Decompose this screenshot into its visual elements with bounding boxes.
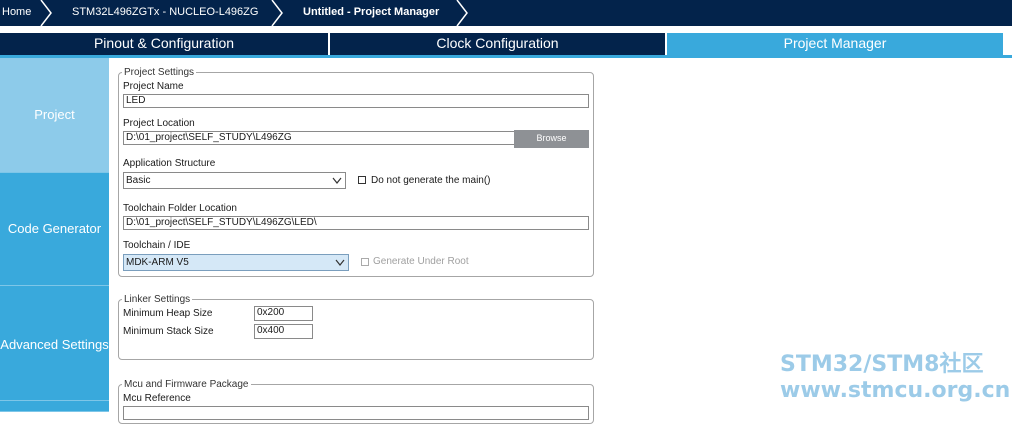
- min-stack-input[interactable]: 0x400: [254, 324, 313, 339]
- sidebar-item-project[interactable]: Project: [0, 58, 109, 173]
- linker-settings-legend: Linker Settings: [122, 294, 193, 305]
- generate-under-root-label: Generate Under Root: [373, 256, 469, 267]
- chevron-down-icon: [335, 259, 345, 266]
- toolchain-folder-input[interactable]: D:\01_project\SELF_STUDY\L496ZG\LED\: [123, 216, 589, 230]
- breadcrumb: Home STM32L496ZGTx - NUCLEO-L496ZG Untit…: [0, 0, 1012, 26]
- application-structure-value: Basic: [126, 175, 151, 186]
- chevron-down-icon: [332, 177, 342, 184]
- no-main-checkbox[interactable]: [358, 176, 366, 184]
- main-tab-bar: Pinout & Configuration Clock Configurati…: [0, 26, 1012, 58]
- toolchain-ide-label: Toolchain / IDE: [123, 240, 191, 251]
- chevron-right-icon: [271, 0, 283, 26]
- tab-clock-configuration[interactable]: Clock Configuration: [330, 33, 665, 55]
- mcu-firmware-legend: Mcu and Firmware Package: [122, 379, 251, 390]
- browse-button[interactable]: Browse: [514, 130, 589, 148]
- tab-project-manager[interactable]: Project Manager: [667, 33, 1003, 55]
- breadcrumb-device[interactable]: STM32L496ZGTx - NUCLEO-L496ZG: [72, 0, 258, 26]
- watermark-logo-text: STM32/STM8社区: [780, 352, 984, 377]
- watermark-url: www.stmcu.org.cn: [780, 378, 1011, 403]
- sidebar-item-code-generator[interactable]: Code Generator: [0, 173, 109, 286]
- sidebar-item-more[interactable]: [0, 401, 109, 412]
- sidebar-item-label: Advanced Settings: [0, 337, 109, 352]
- min-stack-label: Minimum Stack Size: [123, 326, 214, 337]
- application-structure-label: Application Structure: [123, 158, 216, 169]
- toolchain-ide-value: MDK-ARM V5: [126, 257, 189, 268]
- chevron-right-icon: [40, 0, 52, 26]
- toolchain-folder-label: Toolchain Folder Location: [123, 203, 237, 214]
- generate-under-root-checkbox[interactable]: [361, 258, 369, 266]
- mcu-reference-input[interactable]: [123, 406, 589, 420]
- breadcrumb-current: Untitled - Project Manager: [303, 6, 440, 18]
- mcu-reference-label: Mcu Reference: [123, 393, 191, 404]
- project-name-label: Project Name: [123, 81, 184, 92]
- no-main-label: Do not generate the main(): [371, 175, 491, 186]
- tab-pinout-configuration[interactable]: Pinout & Configuration: [0, 33, 328, 55]
- project-settings-legend: Project Settings: [122, 67, 197, 78]
- chevron-right-icon: [456, 0, 468, 26]
- application-structure-select[interactable]: Basic: [123, 172, 346, 189]
- min-heap-input[interactable]: 0x200: [254, 306, 313, 321]
- sidebar-item-label: Project: [34, 107, 75, 122]
- toolchain-ide-select[interactable]: MDK-ARM V5: [123, 254, 349, 271]
- project-location-label: Project Location: [123, 118, 195, 129]
- project-name-input[interactable]: LED: [123, 94, 589, 108]
- project-location-input[interactable]: D:\01_project\SELF_STUDY\L496ZG: [123, 131, 515, 145]
- sidebar-item-label: Code Generator: [7, 221, 102, 236]
- breadcrumb-home[interactable]: Home: [2, 0, 31, 26]
- min-heap-label: Minimum Heap Size: [123, 308, 213, 319]
- sidebar-item-advanced-settings[interactable]: Advanced Settings: [0, 286, 109, 401]
